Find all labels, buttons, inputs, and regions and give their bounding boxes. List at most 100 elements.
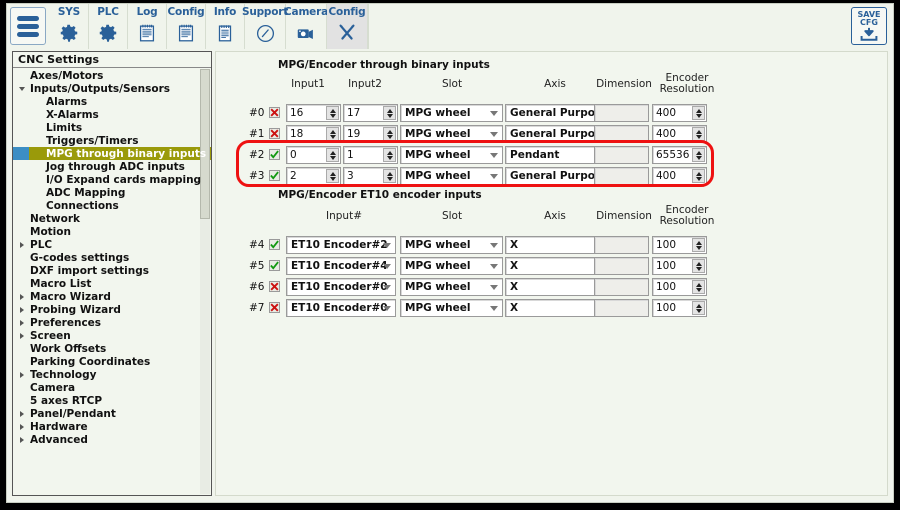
spinner-stepper[interactable] (692, 106, 705, 120)
sidebar-item-macro-wizard[interactable]: Macro Wizard (13, 290, 211, 303)
sidebar-item-adc-mapping[interactable]: ADC Mapping (13, 186, 211, 199)
row-enable-checkbox[interactable] (269, 260, 280, 271)
input1-field[interactable]: 2 (286, 167, 341, 185)
spinner-down-icon[interactable] (696, 156, 702, 160)
spinner-up-icon[interactable] (696, 130, 702, 134)
tab-support[interactable]: Support (245, 4, 286, 49)
spinner-down-icon[interactable] (696, 177, 702, 181)
chevron-right-icon[interactable] (16, 294, 27, 300)
encoder-resolution-field[interactable]: 100 (652, 236, 707, 254)
axis-dropdown[interactable]: X (505, 299, 608, 317)
sidebar-item-parking-coordinates[interactable]: Parking Coordinates (13, 355, 211, 368)
tab-sys[interactable]: SYS (50, 4, 89, 49)
chevron-right-icon[interactable] (16, 437, 27, 443)
row-enable-checkbox[interactable] (269, 170, 280, 181)
sidebar-item-limits[interactable]: Limits (13, 121, 211, 134)
axis-dropdown[interactable]: General Purpose (505, 167, 608, 185)
chevron-down-icon[interactable] (383, 243, 391, 248)
spinner-up-icon[interactable] (330, 151, 336, 155)
spinner-stepper[interactable] (383, 127, 396, 141)
sidebar-item-g-codes-settings[interactable]: G-codes settings (13, 251, 211, 264)
input-number-dropdown[interactable]: ET10 Encoder#0 (286, 278, 396, 296)
sidebar-item-mpg-through-binary-inputs[interactable]: MPG through binary inputs (13, 147, 211, 160)
sidebar-item-plc[interactable]: PLC (13, 238, 211, 251)
chevron-right-icon[interactable] (16, 424, 27, 430)
sidebar-item-i-o-expand-cards-mapping[interactable]: I/O Expand cards mapping (13, 173, 211, 186)
spinner-stepper[interactable] (383, 148, 396, 162)
spinner-stepper[interactable] (692, 280, 705, 294)
spinner-stepper[interactable] (692, 169, 705, 183)
slot-dropdown[interactable]: MPG wheel (400, 146, 503, 164)
spinner-down-icon[interactable] (330, 114, 336, 118)
sidebar-item-axes-motors[interactable]: Axes/Motors (13, 69, 211, 82)
encoder-resolution-field[interactable]: 400 (652, 125, 707, 143)
chevron-down-icon[interactable] (16, 87, 27, 91)
spinner-up-icon[interactable] (696, 151, 702, 155)
tab-log[interactable]: Log (128, 4, 167, 49)
input-number-dropdown[interactable]: ET10 Encoder#0 (286, 299, 396, 317)
sidebar-item-inputs-outputs-sensors[interactable]: Inputs/Outputs/Sensors (13, 82, 211, 95)
slot-dropdown[interactable]: MPG wheel (400, 167, 503, 185)
chevron-right-icon[interactable] (16, 320, 27, 326)
spinner-stepper[interactable] (383, 106, 396, 120)
axis-dropdown[interactable]: X (505, 278, 608, 296)
axis-dropdown[interactable]: Pendant (505, 146, 608, 164)
row-enable-checkbox[interactable] (269, 107, 280, 118)
encoder-resolution-field[interactable]: 65536 (652, 146, 707, 164)
sidebar-item-triggers-timers[interactable]: Triggers/Timers (13, 134, 211, 147)
tab-config-doc[interactable]: Config (167, 4, 206, 49)
sidebar-item-motion[interactable]: Motion (13, 225, 211, 238)
sidebar-item-dxf-import-settings[interactable]: DXF import settings (13, 264, 211, 277)
sidebar-item-jog-through-adc-inputs[interactable]: Jog through ADC inputs (13, 160, 211, 173)
spinner-up-icon[interactable] (330, 109, 336, 113)
sidebar-item-probing-wizard[interactable]: Probing Wizard (13, 303, 211, 316)
axis-dropdown[interactable]: General Purpose (505, 125, 608, 143)
spinner-down-icon[interactable] (330, 156, 336, 160)
chevron-down-icon[interactable] (490, 132, 498, 137)
spinner-stepper[interactable] (326, 169, 339, 183)
sidebar-item-hardware[interactable]: Hardware (13, 420, 211, 433)
spinner-stepper[interactable] (326, 106, 339, 120)
spinner-stepper[interactable] (326, 127, 339, 141)
spinner-up-icon[interactable] (387, 130, 393, 134)
spinner-down-icon[interactable] (696, 246, 702, 250)
axis-dropdown[interactable]: X (505, 236, 608, 254)
spinner-down-icon[interactable] (330, 135, 336, 139)
chevron-right-icon[interactable] (16, 411, 27, 417)
slot-dropdown[interactable]: MPG wheel (400, 236, 503, 254)
sidebar-item-panel-pendant[interactable]: Panel/Pendant (13, 407, 211, 420)
row-enable-checkbox[interactable] (269, 302, 280, 313)
slot-dropdown[interactable]: MPG wheel (400, 278, 503, 296)
spinner-stepper[interactable] (326, 148, 339, 162)
spinner-up-icon[interactable] (330, 130, 336, 134)
chevron-down-icon[interactable] (383, 264, 391, 269)
input2-field[interactable]: 19 (343, 125, 398, 143)
tab-info[interactable]: Info (206, 4, 245, 49)
sidebar-item-macro-list[interactable]: Macro List (13, 277, 211, 290)
dimension-field[interactable] (594, 278, 649, 296)
dimension-field[interactable] (594, 299, 649, 317)
spinner-stepper[interactable] (692, 148, 705, 162)
save-cfg-button[interactable]: SAVE CFG (851, 7, 887, 45)
slot-dropdown[interactable]: MPG wheel (400, 257, 503, 275)
encoder-resolution-field[interactable]: 400 (652, 167, 707, 185)
spinner-up-icon[interactable] (696, 109, 702, 113)
input2-field[interactable]: 3 (343, 167, 398, 185)
slot-dropdown[interactable]: MPG wheel (400, 299, 503, 317)
spinner-up-icon[interactable] (696, 262, 702, 266)
spinner-down-icon[interactable] (387, 177, 393, 181)
chevron-right-icon[interactable] (16, 307, 27, 313)
axis-dropdown[interactable]: General Purpose (505, 104, 608, 122)
input-number-dropdown[interactable]: ET10 Encoder#2 (286, 236, 396, 254)
row-enable-checkbox[interactable] (269, 239, 280, 250)
sidebar-scrollbar-thumb[interactable] (200, 69, 210, 219)
sidebar-item-5-axes-rtcp[interactable]: 5 axes RTCP (13, 394, 211, 407)
spinner-down-icon[interactable] (696, 288, 702, 292)
settings-tree-sidebar[interactable]: CNC Settings Axes/MotorsInputs/Outputs/S… (12, 51, 212, 496)
spinner-down-icon[interactable] (387, 135, 393, 139)
spinner-stepper[interactable] (383, 169, 396, 183)
input1-field[interactable]: 18 (286, 125, 341, 143)
spinner-down-icon[interactable] (696, 114, 702, 118)
row-enable-checkbox[interactable] (269, 128, 280, 139)
chevron-down-icon[interactable] (490, 264, 498, 269)
